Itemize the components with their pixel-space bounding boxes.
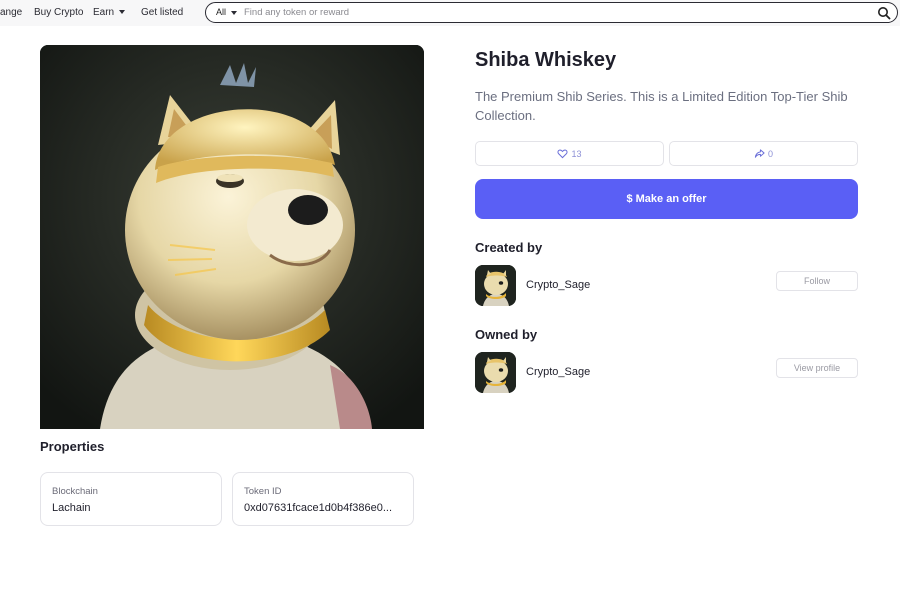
nft-description: The Premium Shib Series. This is a Limit…	[475, 89, 848, 123]
share-button[interactable]: 0	[669, 141, 858, 166]
nav-item-exchange[interactable]: ange	[0, 7, 22, 18]
property-label: Blockchain	[52, 486, 98, 497]
share-count: 0	[767, 148, 773, 159]
property-card-blockchain: Blockchain Lachain	[40, 472, 222, 526]
like-count: 13	[571, 148, 582, 159]
nav-item-earn[interactable]: Earn	[93, 7, 126, 18]
nav-item-earn-label: Earn	[93, 7, 115, 18]
top-nav: ange Buy Crypto Earn Get listed All	[0, 0, 900, 26]
search-input[interactable]	[244, 5, 864, 20]
search-filter-label: All	[216, 7, 227, 17]
property-value: Lachain	[52, 502, 91, 514]
created-by-title: Created by	[475, 240, 543, 255]
property-value: 0xd07631fcace1d0b4f386e0...	[244, 502, 393, 514]
follow-button[interactable]: Follow	[776, 271, 858, 291]
nav-item-buy-crypto[interactable]: Buy Crypto	[34, 7, 83, 18]
owner-avatar[interactable]	[475, 352, 516, 393]
make-offer-button[interactable]: $ Make an offer	[475, 179, 858, 219]
chevron-down-icon	[231, 10, 238, 15]
search-icon[interactable]	[877, 6, 891, 20]
share-icon	[754, 149, 765, 158]
search-filter-dropdown[interactable]: All	[216, 7, 238, 17]
nft-title: Shiba Whiskey	[475, 49, 617, 71]
owner-name[interactable]: Crypto_Sage	[526, 366, 590, 378]
property-label: Token ID	[244, 486, 282, 497]
properties-title: Properties	[40, 439, 105, 454]
property-card-token-id: Token ID 0xd07631fcace1d0b4f386e0...	[232, 472, 414, 526]
like-button[interactable]: 13	[475, 141, 664, 166]
creator-name[interactable]: Crypto_Sage	[526, 279, 590, 291]
heart-icon	[557, 149, 569, 159]
view-profile-button[interactable]: View profile	[776, 358, 858, 378]
search-bar: All	[205, 2, 898, 23]
nft-image	[40, 45, 424, 429]
nav-item-get-listed[interactable]: Get listed	[141, 7, 183, 18]
chevron-down-icon	[119, 10, 126, 15]
owned-by-title: Owned by	[475, 327, 538, 342]
creator-avatar[interactable]	[475, 265, 516, 306]
